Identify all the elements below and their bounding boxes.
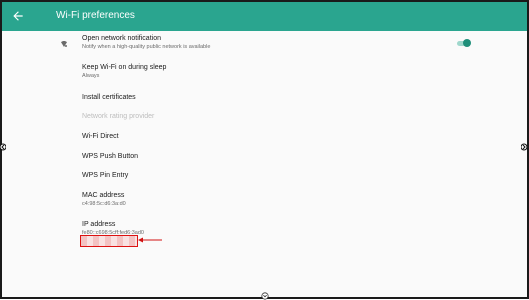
wifi-direct-item[interactable]: Wi-Fi Direct: [82, 133, 119, 140]
wps-pin-entry-item[interactable]: WPS Pin Entry: [82, 172, 128, 179]
ip-address-title: IP address: [82, 221, 116, 228]
wps-push-button-item[interactable]: WPS Push Button: [82, 153, 138, 160]
mac-address-title: MAC address: [82, 192, 125, 199]
open-network-notification-toggle[interactable]: [457, 39, 471, 49]
mac-address-value: c4:98:5c:d6:3a:d0: [82, 201, 126, 207]
right-edge-chevron-icon[interactable]: [521, 143, 527, 151]
window-frame: Wi-Fi preferences Open network notificat…: [0, 0, 529, 300]
app-bar: Wi-Fi preferences: [2, 2, 527, 31]
open-network-notification-title[interactable]: Open network notification: [82, 35, 161, 42]
network-rating-provider-item: Network rating provider: [82, 113, 155, 120]
notification-wifi-icon: [61, 41, 67, 47]
keep-wifi-on-subtitle: Always: [82, 73, 100, 79]
keep-wifi-on-title[interactable]: Keep Wi-Fi on during sleep: [82, 64, 166, 71]
open-network-notification-subtitle: Notify when a high-quality public networ…: [82, 44, 211, 50]
annotation-arrow-icon: [138, 237, 162, 243]
toggle-knob: [463, 39, 471, 47]
page-title: Wi-Fi preferences: [56, 10, 135, 21]
redacted-ip-address: [80, 235, 138, 247]
left-edge-chevron-icon[interactable]: [0, 143, 6, 151]
install-certificates-item[interactable]: Install certificates: [82, 94, 136, 101]
back-arrow-icon[interactable]: [11, 9, 25, 23]
